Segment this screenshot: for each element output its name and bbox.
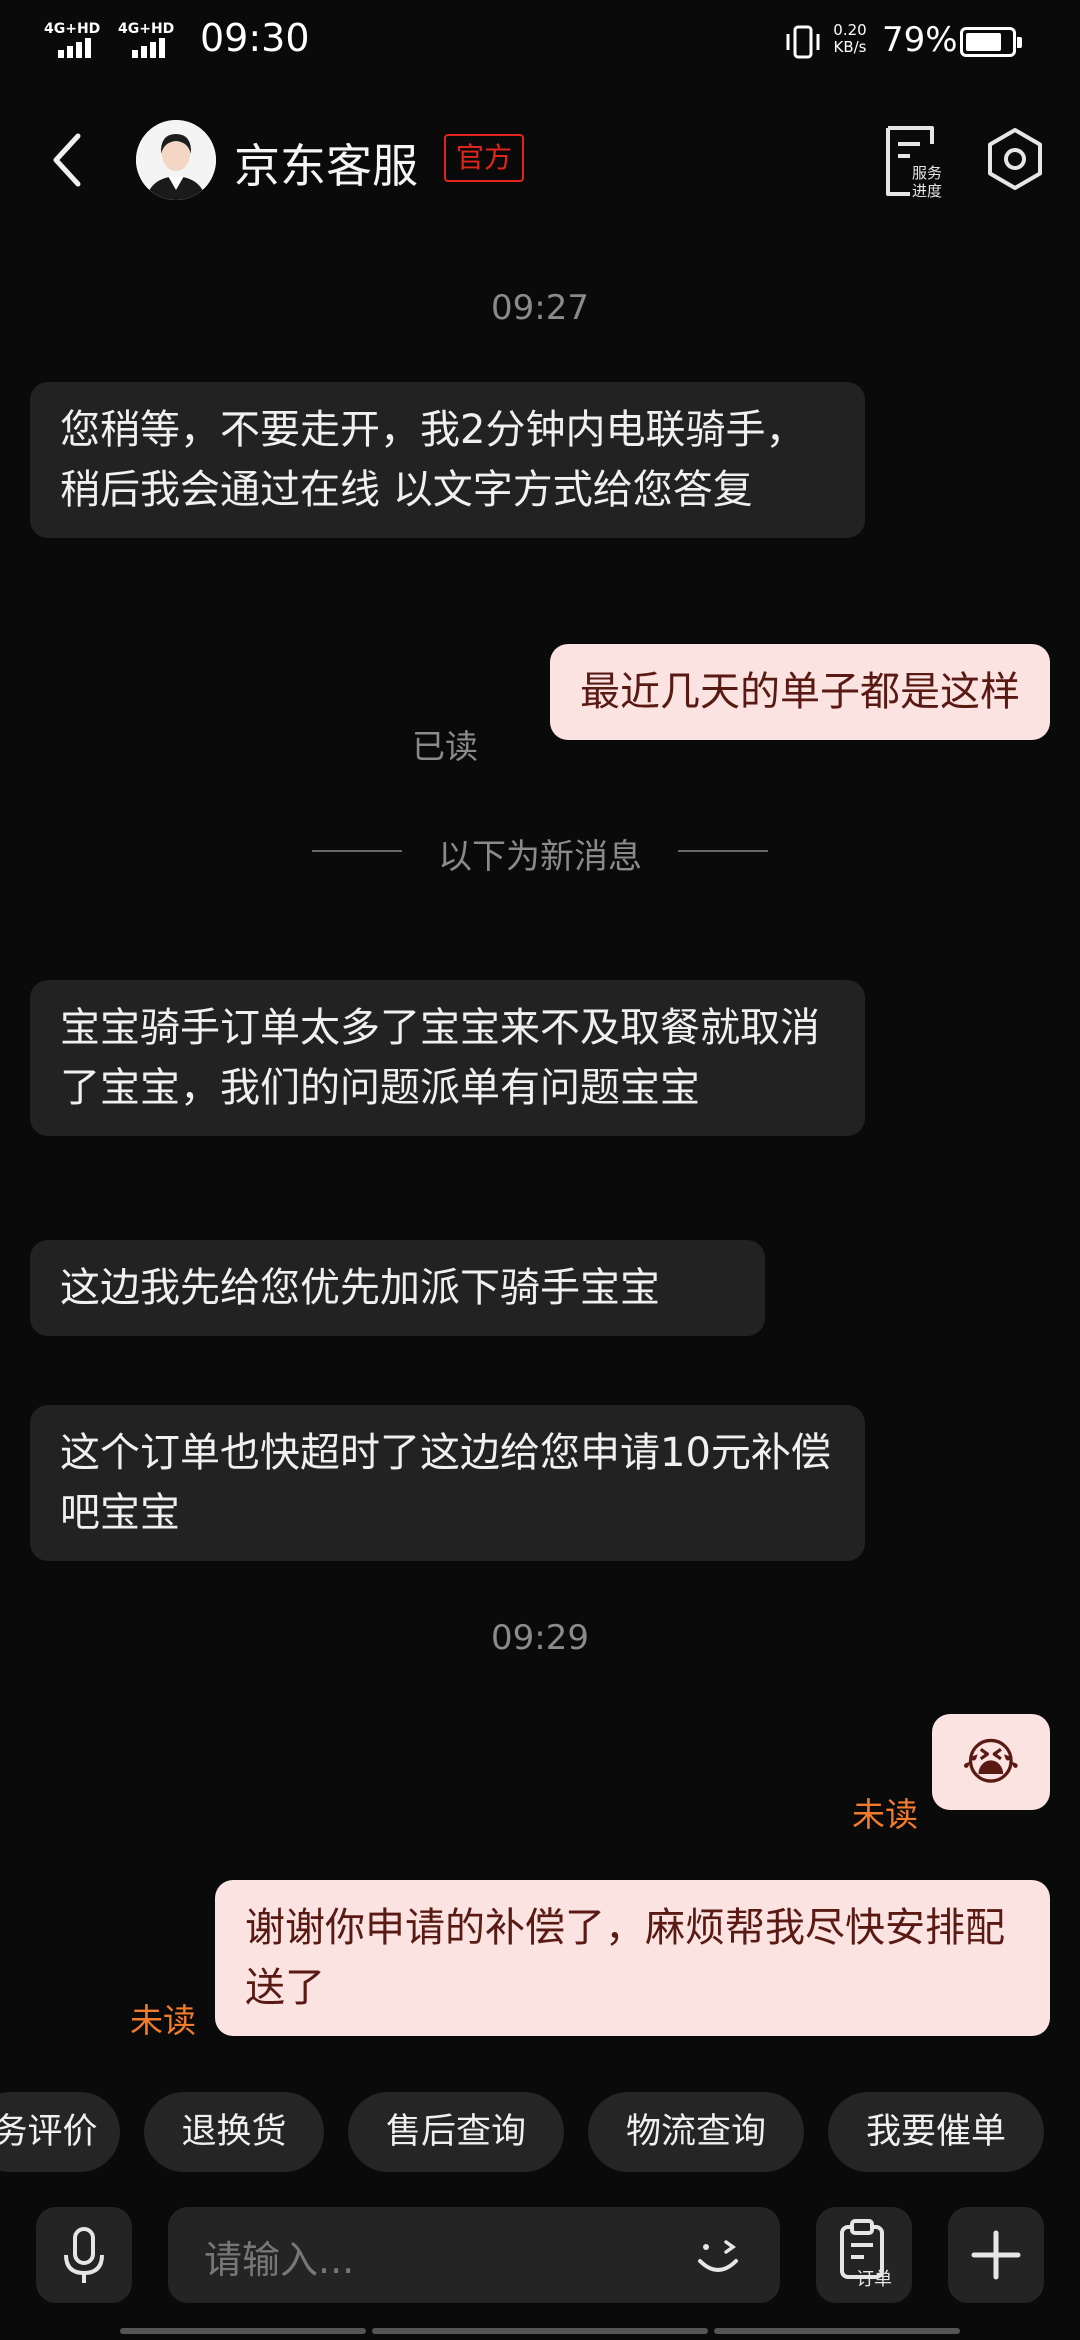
timestamp: 09:27 <box>491 288 589 328</box>
battery-fill <box>966 33 1001 51</box>
quick-action-chip[interactable]: 物流查询 <box>588 2092 804 2172</box>
net-speed: 0.20 KB/s <box>833 21 867 56</box>
input-bar: 请输入... 订单 <box>0 2205 1080 2305</box>
service-progress-icon[interactable]: 服务 进度 <box>880 122 950 200</box>
chat-screen: 4G+HD 4G+HD 09:30 0.20 KB/s 79% 京东客服 官方 … <box>0 0 1080 2340</box>
quick-action-chip[interactable]: 退换货 <box>144 2092 324 2172</box>
official-badge: 官方 <box>444 134 525 182</box>
read-status: 已读 <box>412 727 478 766</box>
message-bubble-incoming[interactable]: 宝宝骑手订单太多了宝宝来不及取餐就取消了宝宝，我们的问题派单有问题宝宝 <box>30 980 865 1136</box>
status-time: 09:30 <box>200 16 310 60</box>
message-bubble-incoming[interactable]: 这边我先给您优先加派下骑手宝宝 <box>30 1240 765 1336</box>
network-type-1: 4G+HD <box>44 21 101 37</box>
battery-percent: 79% <box>882 20 958 60</box>
order-button[interactable]: 订单 <box>816 2207 912 2303</box>
voice-button[interactable] <box>36 2207 132 2303</box>
home-indicator <box>120 2328 366 2334</box>
svg-text:订单: 订单 <box>856 2269 892 2289</box>
new-messages-divider: 以下为新消息 <box>0 825 1080 877</box>
emoji-icon[interactable] <box>690 2227 746 2283</box>
chat-header: 京东客服 官方 服务 进度 <box>0 100 1080 220</box>
message-bubble-outgoing[interactable]: 😭 <box>931 1714 1050 1810</box>
status-bar: 4G+HD 4G+HD 09:30 0.20 KB/s 79% <box>0 0 1080 82</box>
message-bubble-incoming[interactable]: 您稍等，不要走开，我2分钟内电联骑手，稍后我会通过在线 以文字方式给您答复 <box>30 382 865 538</box>
home-indicator <box>372 2328 708 2334</box>
plus-icon <box>971 2230 1021 2280</box>
signal-icon: 4G+HD <box>118 22 180 58</box>
svg-text:进度: 进度 <box>912 183 942 200</box>
settings-icon[interactable] <box>982 126 1048 192</box>
quick-action-chip[interactable]: 售后查询 <box>348 2092 564 2172</box>
message-input[interactable]: 请输入... <box>168 2207 780 2303</box>
message-bubble-outgoing[interactable]: 谢谢你申请的补偿了，麻烦帮我尽快安排配送了 <box>215 1880 1050 2036</box>
quick-action-chip[interactable]: 务评价 <box>0 2092 120 2172</box>
quick-action-chip[interactable]: 我要催单 <box>828 2092 1044 2172</box>
more-button[interactable] <box>948 2207 1044 2303</box>
agent-name: 京东客服 <box>234 139 418 193</box>
vibrate-icon <box>786 25 820 59</box>
battery-icon <box>960 27 1022 57</box>
message-bubble-outgoing[interactable]: 最近几天的单子都是这样 <box>550 644 1050 740</box>
quick-action-bar: 务评价 退换货 售后查询 物流查询 我要催单 <box>0 2092 1080 2172</box>
unread-status: 未读 <box>130 2001 196 2040</box>
timestamp: 09:29 <box>491 1618 589 1658</box>
back-icon[interactable] <box>44 128 94 192</box>
message-bubble-incoming[interactable]: 这个订单也快超时了这边给您申请10元补偿吧宝宝 <box>30 1405 865 1561</box>
microphone-icon <box>64 2227 104 2283</box>
avatar[interactable] <box>136 120 216 200</box>
network-type-2: 4G+HD <box>118 21 175 37</box>
unread-status: 未读 <box>852 1795 918 1834</box>
home-indicator <box>714 2328 960 2334</box>
clipboard-icon: 订单 <box>840 2219 892 2289</box>
input-placeholder: 请输入... <box>204 2238 355 2282</box>
svg-text:服务: 服务 <box>912 165 942 182</box>
signal-icon: 4G+HD <box>44 22 106 58</box>
